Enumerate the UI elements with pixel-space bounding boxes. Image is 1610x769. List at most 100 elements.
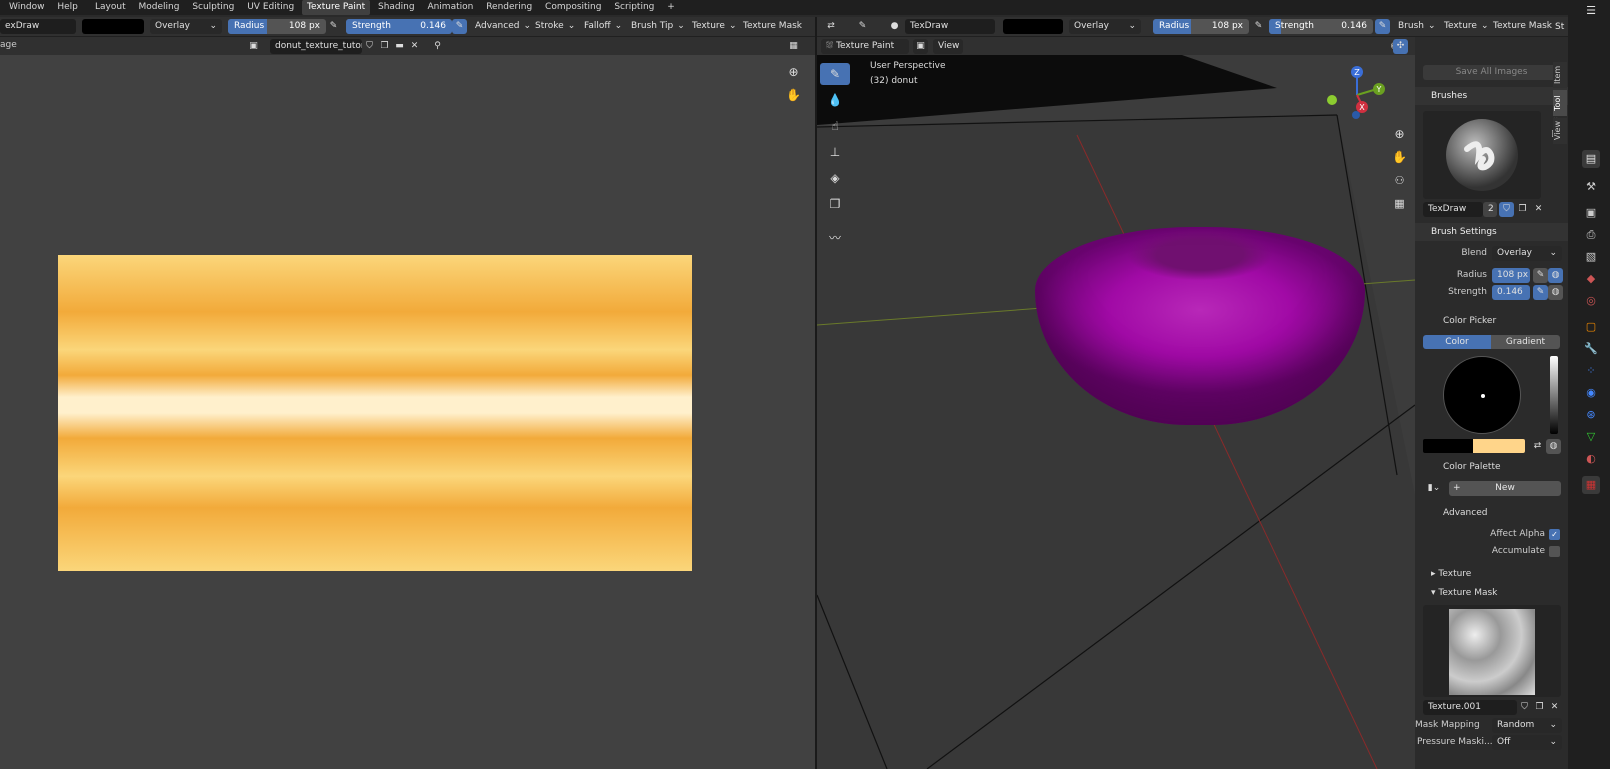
viewport-pan-icon[interactable]: ✋ [1392,150,1407,165]
fake-user-shield-icon[interactable]: ⛉ [1499,202,1514,217]
world-icon[interactable]: ◎ [1582,292,1600,310]
pressure-masking-dropdown[interactable]: Off [1492,735,1562,750]
clone-tool-icon[interactable]: ⊥ [820,141,850,163]
palette-browse-icon[interactable]: ▮⌄ [1423,481,1445,496]
tab-modeling[interactable]: Modeling [133,0,184,15]
value-slider[interactable] [1550,356,1558,434]
soften-tool-icon[interactable]: 💧 [820,89,850,111]
tab-scripting[interactable]: Scripting [609,0,659,15]
brush-color-swatch[interactable] [82,19,144,34]
tab-uv-editing[interactable]: UV Editing [242,0,299,15]
menu-brush-tip[interactable]: Brush Tip [626,19,690,34]
menu-advanced[interactable]: Advanced [470,19,536,34]
menu-stroke-truncated[interactable]: St [1555,22,1564,32]
menu-help[interactable]: Help [52,0,83,15]
side-tab-view[interactable]: View [1553,118,1567,144]
tab-animation[interactable]: Animation [422,0,478,15]
camera-view-icon[interactable]: ⚇ [1392,173,1407,188]
view-menu[interactable]: View [933,39,963,54]
tab-compositing[interactable]: Compositing [540,0,606,15]
mask-duplicate-icon[interactable]: ❐ [1532,700,1547,715]
pressure-radius-icon-right[interactable]: ✎ [1251,19,1266,34]
fill-tool-icon[interactable]: ◈ [820,167,850,189]
color-tab[interactable]: Color [1423,335,1491,349]
affect-alpha-checkbox[interactable]: ✓ [1549,529,1560,540]
color-wheel[interactable] [1443,356,1521,434]
brush-name-field[interactable]: TexDraw [905,19,995,34]
secondary-color-swatch[interactable] [1473,439,1525,453]
gizmo-icon[interactable]: ✣ [1393,39,1408,54]
tab-shading[interactable]: Shading [373,0,420,15]
view-layer-icon[interactable]: ▧ [1582,248,1600,266]
blend-dropdown[interactable]: Overlay [150,19,222,34]
mode-selector[interactable]: ⛆ Texture Paint [821,39,909,54]
duplicate-brush-icon[interactable]: ❐ [1515,202,1530,217]
material-icon[interactable]: ◐ [1582,450,1600,468]
mask-fake-user-icon[interactable]: ⛉ [1517,700,1532,715]
menu-texture[interactable]: Texture [687,19,742,34]
smear-tool-icon[interactable]: ☝ [820,115,850,137]
modifier-wrench-icon[interactable]: 🔧 [1582,340,1600,358]
unlink-brush-icon[interactable]: ✕ [1531,202,1546,217]
pin-icon[interactable]: ⚲ [430,39,445,54]
npanel-radius-field[interactable]: 108 px [1492,268,1530,283]
primary-color-swatch[interactable] [1423,439,1473,453]
radius-slider-right[interactable]: Radius 108 px [1153,19,1249,34]
side-tab-tool[interactable]: Tool [1553,90,1567,116]
npanel-radius-pressure-icon[interactable]: ✎ [1533,268,1548,283]
zoom-icon[interactable]: ⊕ [786,65,801,80]
pressure-radius-icon[interactable]: ✎ [326,19,341,34]
tab-layout[interactable]: Layout [90,0,131,15]
tool-options-icon[interactable]: ⇄ [821,19,841,34]
tool-properties-icon[interactable]: ▤ [1582,150,1600,168]
editor-type-icon[interactable]: ▦ [786,39,801,54]
unified-color-icon[interactable]: ◍ [1546,439,1561,454]
tab-texture-paint[interactable]: Texture Paint [302,0,371,15]
npanel-strength-pressure-icon[interactable]: ✎ [1533,285,1548,300]
menu-texture-mask[interactable]: Texture Mask [738,19,815,34]
color-palette-header[interactable]: Color Palette [1415,458,1568,476]
accumulate-checkbox[interactable] [1549,546,1560,557]
radius-slider[interactable]: Radius 108 px [228,19,326,34]
scene-icon[interactable]: ◆ [1582,270,1600,288]
duplicate-image-icon[interactable]: ❐ [377,39,392,54]
image-editor-canvas[interactable]: ⊕ ✋ [0,55,815,769]
unlink-image-icon[interactable]: ✕ [407,39,422,54]
draw-tool-icon[interactable]: ✎ [820,63,850,85]
npanel-strength-unified-icon[interactable]: ◍ [1548,285,1563,300]
ortho-toggle-icon[interactable]: ▦ [1392,196,1407,211]
mask-tool-icon[interactable]: ❐ [820,193,850,215]
image-name-field[interactable]: donut_texture_tutori... [270,39,362,54]
brush-settings-header[interactable]: Brush Settings [1415,223,1568,241]
render-icon[interactable]: ▣ [1582,204,1600,222]
3d-viewport[interactable]: User Perspective (32) donut ✎ 💧 ☝ ⊥ ◈ ❐ … [817,55,1415,769]
particles-icon[interactable]: ⁘ [1582,362,1600,380]
menu-texture-right[interactable]: Texture [1439,19,1494,34]
brush-name[interactable]: TexDraw [1423,202,1483,217]
menu-window[interactable]: Window [4,0,50,15]
image-browse-icon[interactable]: ▣ [246,39,261,54]
mask-unlink-icon[interactable]: ✕ [1547,700,1562,715]
output-icon[interactable]: ⎙ [1582,226,1600,244]
gizmo-neg-z-ball[interactable] [1352,111,1360,119]
color-picker-header[interactable]: Color Picker [1415,312,1568,330]
pressure-strength-icon-right[interactable]: ✎ [1375,19,1390,34]
tab-rendering[interactable]: Rendering [481,0,537,15]
mask-texture-name[interactable]: Texture.001 [1423,700,1517,715]
open-image-icon[interactable]: ▬ [392,39,407,54]
fake-user-icon[interactable]: ⛉ [362,39,377,54]
active-tool-icon[interactable]: ⚒ [1582,178,1600,196]
pressure-strength-icon[interactable]: ✎ [452,19,467,34]
viewport-zoom-icon[interactable]: ⊕ [1392,127,1407,142]
menu-falloff[interactable]: Falloff [579,19,627,34]
mask-mapping-dropdown[interactable]: Random [1492,718,1562,733]
save-all-images-button[interactable]: Save All Images [1423,65,1560,80]
brush-users-count[interactable]: 2 [1483,202,1497,217]
physics-icon[interactable]: ◉ [1582,384,1600,402]
gradient-tab[interactable]: Gradient [1491,335,1560,349]
strength-slider-right[interactable]: Strength 0.146 [1269,19,1373,34]
object-icon[interactable]: ▢ [1582,318,1600,336]
menu-stroke[interactable]: Stroke [530,19,580,34]
constraints-icon[interactable]: ⊛ [1582,406,1600,424]
brush-color-swatch-right[interactable] [1003,19,1063,34]
